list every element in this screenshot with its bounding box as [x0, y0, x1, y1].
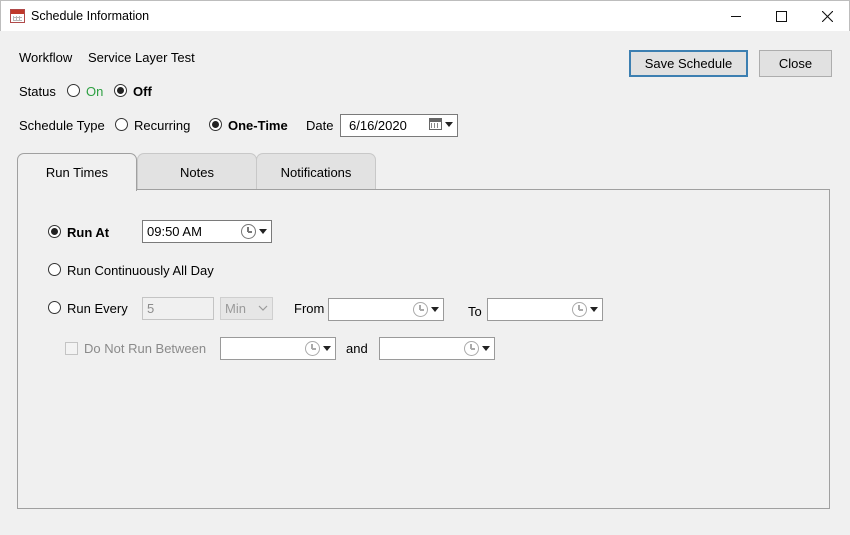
between-start-field[interactable] [220, 337, 336, 360]
tab-notes[interactable]: Notes [137, 153, 257, 190]
run-at-radio[interactable] [48, 225, 61, 238]
recurring-label[interactable]: Recurring [134, 118, 190, 133]
run-every-unit-value: Min [225, 301, 246, 316]
date-label: Date [306, 118, 334, 133]
status-label: Status [19, 84, 56, 99]
run-continuously-label[interactable]: Run Continuously All Day [67, 263, 214, 278]
run-every-interval-value: 5 [147, 301, 155, 316]
schedule-type-label: Schedule Type [19, 118, 105, 133]
onetime-label[interactable]: One-Time [228, 118, 288, 133]
clock-icon [413, 302, 428, 317]
chevron-down-icon [590, 307, 598, 312]
recurring-radio[interactable] [115, 118, 128, 131]
close-button[interactable]: Close [759, 50, 832, 77]
date-picker-dropdown[interactable] [429, 118, 453, 130]
do-not-run-label[interactable]: Do Not Run Between [84, 341, 206, 356]
do-not-run-checkbox[interactable] [65, 342, 78, 355]
between-end-dropdown[interactable] [464, 341, 490, 356]
from-label: From [294, 301, 325, 316]
chevron-down-icon [482, 346, 490, 351]
close-window-button[interactable] [804, 1, 850, 31]
chevron-down-icon [258, 305, 268, 311]
clock-icon [572, 302, 587, 317]
workflow-label: Workflow [19, 50, 73, 65]
run-every-radio[interactable] [48, 301, 61, 314]
status-on-label[interactable]: On [86, 84, 103, 99]
between-end-field[interactable] [379, 337, 495, 360]
date-picker[interactable]: 6/16/2020 [340, 114, 458, 137]
window-title: Schedule Information [31, 9, 150, 23]
and-label: and [346, 341, 368, 356]
status-on-radio[interactable] [67, 84, 80, 97]
title-bar: Schedule Information [0, 0, 850, 31]
clock-icon [241, 224, 256, 239]
tab-notifications[interactable]: Notifications [256, 153, 376, 190]
calendar-icon [429, 118, 442, 130]
clock-icon [464, 341, 479, 356]
minimize-icon [730, 15, 741, 17]
status-off-label[interactable]: Off [133, 84, 152, 99]
workflow-value: Service Layer Test [88, 50, 195, 65]
maximize-icon [775, 10, 787, 22]
maximize-button[interactable] [758, 1, 804, 31]
run-every-unit-select[interactable]: Min [220, 297, 273, 320]
run-at-label[interactable]: Run At [67, 225, 109, 240]
from-time-dropdown[interactable] [413, 302, 439, 317]
chevron-down-icon [445, 121, 453, 127]
to-time-dropdown[interactable] [572, 302, 598, 317]
between-start-dropdown[interactable] [305, 341, 331, 356]
run-continuously-radio[interactable] [48, 263, 61, 276]
onetime-radio[interactable] [209, 118, 222, 131]
to-time-field[interactable] [487, 298, 603, 321]
chevron-down-icon [431, 307, 439, 312]
run-at-time-field[interactable]: 09:50 AM [142, 220, 272, 243]
run-at-time-dropdown[interactable] [241, 224, 267, 239]
chevron-down-icon [323, 346, 331, 351]
tab-run-times[interactable]: Run Times [17, 153, 137, 191]
run-every-label[interactable]: Run Every [67, 301, 128, 316]
from-time-field[interactable] [328, 298, 444, 321]
minimize-button[interactable] [713, 1, 759, 31]
close-icon [821, 10, 833, 22]
clock-icon [305, 341, 320, 356]
calendar-icon [10, 9, 25, 23]
run-every-interval-field[interactable]: 5 [142, 297, 214, 320]
save-schedule-button[interactable]: Save Schedule [629, 50, 748, 77]
chevron-down-icon [259, 229, 267, 234]
to-label: To [468, 304, 482, 319]
status-off-radio[interactable] [114, 84, 127, 97]
